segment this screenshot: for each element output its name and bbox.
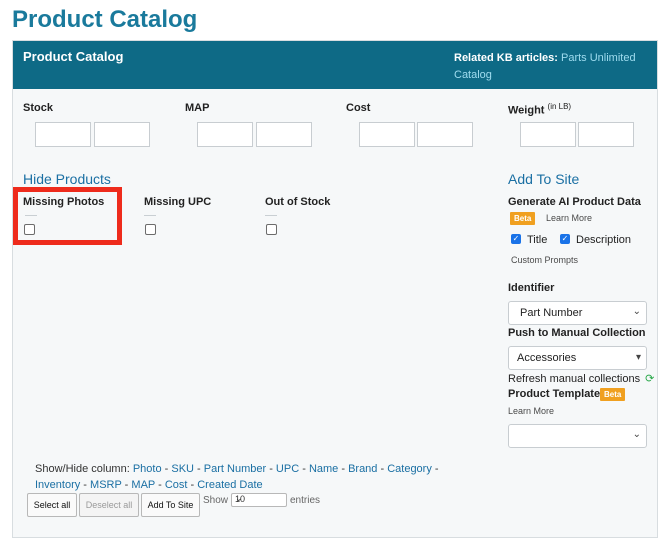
add-to-site-title: Add To Site (508, 171, 580, 187)
deselect-all-button[interactable]: Deselect all (79, 493, 139, 517)
catalog-panel: Product Catalog Related KB articles: Par… (12, 40, 658, 538)
column-toggle-msrp[interactable]: MSRP (90, 479, 122, 491)
add-to-site-button[interactable]: Add To Site (141, 493, 200, 517)
chevron-down-icon: ⌄ (235, 493, 243, 503)
column-toggle-map[interactable]: MAP (131, 479, 155, 491)
push-collection-label: Push to Manual Collection (508, 327, 646, 339)
push-collection-value: Accessories (517, 352, 577, 364)
panel-header: Product Catalog Related KB articles: Par… (13, 41, 657, 89)
beta-badge: Beta (510, 212, 536, 225)
refresh-collections-text: Refresh manual collections (508, 373, 641, 385)
entries-select[interactable]: 10 ⌄ (231, 493, 287, 507)
column-toggle-created-date[interactable]: Created Date (197, 479, 262, 491)
custom-prompts-link[interactable]: Custom Prompts (511, 255, 578, 265)
out-of-stock-label: Out of Stock (265, 196, 331, 208)
column-toggle-upc[interactable]: UPC (276, 463, 299, 475)
weight-max-input[interactable] (578, 122, 634, 147)
panel-title: Product Catalog (23, 49, 124, 64)
entries-show-label: Show (203, 495, 229, 506)
out-of-stock-checkbox[interactable] (266, 224, 277, 235)
description-checkbox[interactable]: ✓ (560, 234, 570, 244)
caret-down-icon: ▾ (635, 352, 641, 363)
chevron-down-icon: ⌄ (632, 429, 641, 440)
column-toggles-prefix: Show/Hide column: (35, 463, 130, 475)
entries-suffix-label: entries (290, 495, 321, 506)
identifier-select[interactable]: Part Number ⌄ (508, 301, 647, 325)
cost-label: Cost (346, 102, 371, 114)
map-max-input[interactable] (256, 122, 312, 147)
description-option-label: Description (576, 234, 632, 246)
stock-max-input[interactable] (94, 122, 150, 147)
hide-products-title: Hide Products (23, 171, 111, 187)
page-title: Product Catalog (12, 6, 198, 33)
kb-label: Related KB articles: (454, 52, 558, 64)
column-toggle-brand[interactable]: Brand (348, 463, 377, 475)
weight-label-text: Weight (508, 104, 545, 117)
column-toggle-name[interactable]: Name (309, 463, 338, 475)
stock-label: Stock (23, 102, 53, 114)
identifier-label: Identifier (508, 282, 555, 294)
column-toggle-sku[interactable]: SKU (171, 463, 194, 475)
push-collection-select[interactable]: Accessories ▾ (508, 346, 647, 370)
weight-min-input[interactable] (520, 122, 576, 147)
column-toggle-part-number[interactable]: Part Number (204, 463, 266, 475)
template-beta-badge: Beta (600, 388, 626, 401)
map-label: MAP (185, 102, 210, 114)
weight-unit: (in LB) (547, 102, 572, 111)
column-toggle-cost[interactable]: Cost (165, 479, 188, 491)
column-toggles: Show/Hide column: Photo - SKU - Part Num… (35, 463, 439, 491)
title-checkbox[interactable]: ✓ (511, 234, 521, 244)
missing-upc-checkbox[interactable] (145, 224, 156, 235)
column-toggle-photo[interactable]: Photo (133, 463, 162, 475)
column-toggle-inventory[interactable]: Inventory (35, 479, 80, 491)
highlight-box (13, 187, 122, 245)
kb-articles: Related KB articles: Parts Unlimited Cat… (454, 50, 654, 84)
missing-upc-label: Missing UPC (144, 196, 212, 208)
title-option-label: Title (527, 234, 548, 246)
map-min-input[interactable] (197, 122, 253, 147)
product-template-label: Product Template (508, 388, 601, 400)
weight-label: Weight (in LB) (508, 102, 571, 117)
template-learn-more-link[interactable]: Learn More (508, 406, 554, 416)
product-template-select[interactable]: ⌄ (508, 424, 647, 448)
refresh-icon[interactable]: ⟳ (645, 373, 654, 385)
stock-min-input[interactable] (35, 122, 91, 147)
generate-ai-label: Generate AI Product Data (508, 196, 641, 208)
refresh-collections[interactable]: Refresh manual collections ⟳ (508, 372, 654, 385)
cost-max-input[interactable] (417, 122, 473, 147)
identifier-value: Part Number (520, 307, 583, 319)
cost-min-input[interactable] (359, 122, 415, 147)
divider (144, 215, 156, 216)
divider (265, 215, 277, 216)
chevron-down-icon: ⌄ (632, 306, 641, 317)
column-toggle-category[interactable]: Category (387, 463, 432, 475)
learn-more-link[interactable]: Learn More (546, 213, 592, 223)
select-all-button[interactable]: Select all (27, 493, 77, 517)
